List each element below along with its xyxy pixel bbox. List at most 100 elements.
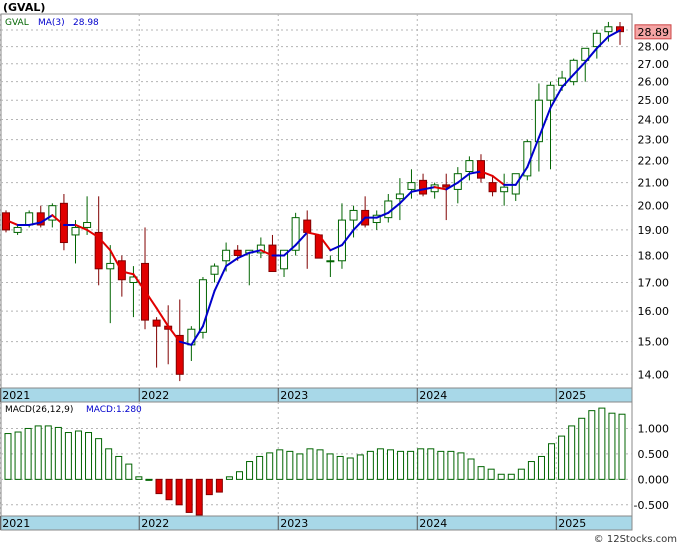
macd-bar (537, 455, 545, 480)
macd-legend-value: MACD:1.280 (86, 405, 142, 415)
candle-body (222, 249, 231, 262)
macd-tick-label: -0.500 (634, 499, 669, 512)
chart-stage: (GVAL) 14.00 15.00 16.00 17.00 18.00 19.00 20.… (0, 0, 680, 546)
macd-bar (578, 417, 586, 480)
macd-bar (286, 450, 294, 480)
macd-bar (366, 450, 374, 480)
macd-bar (386, 449, 394, 480)
macd-bar (105, 448, 113, 480)
macd-bar (336, 455, 344, 480)
price-tick-label: 23.00 (638, 134, 670, 147)
price-tick-label: 27.00 (638, 58, 670, 71)
macd-bar (236, 471, 244, 480)
macd-bar (165, 478, 173, 501)
candle-body (604, 26, 613, 33)
macd-bar (497, 473, 505, 480)
macd-tick-label: 0.000 (638, 473, 670, 486)
macd-bar (447, 450, 455, 480)
macd-year-label: 2024 (419, 517, 447, 530)
macd-x-axis-band (0, 515, 633, 531)
macd-bar (527, 461, 535, 480)
candle-up (291, 212, 300, 256)
year-label: 2024 (419, 389, 447, 402)
macd-bar (115, 455, 123, 480)
macd-tick-label: 1.000 (638, 422, 670, 435)
macd-bar (4, 433, 12, 480)
macd-bar (24, 427, 32, 480)
macd-bar (558, 435, 566, 480)
year-label: 2021 (2, 389, 30, 402)
price-tick-label: 14.00 (638, 368, 670, 381)
macd-bar (296, 453, 304, 480)
macd-bar (608, 412, 616, 480)
candle-body (106, 262, 115, 270)
price-x-axis-band (0, 387, 633, 403)
macd-bar (588, 410, 596, 480)
macd-bar (618, 413, 626, 480)
year-label: 2025 (558, 389, 586, 402)
price-tick-label: 24.00 (638, 113, 670, 126)
price-tick-label: 17.00 (638, 277, 670, 290)
price-pane: 14.00 15.00 16.00 17.00 18.00 19.00 20.00 21.00… (0, 13, 672, 403)
candle-body (233, 249, 242, 256)
macd-bar (225, 476, 233, 480)
macd-bar (266, 452, 274, 480)
macd-bar (376, 448, 384, 480)
candle-body (326, 260, 335, 263)
macd-legend-label: MACD(26,12,9) (5, 405, 73, 415)
price-tick-label: 22.00 (638, 155, 670, 168)
legend-symbol: GVAL (5, 18, 29, 28)
stock-chart: (GVAL) 14.00 15.00 16.00 17.00 18.00 19.00 20.… (0, 0, 680, 546)
macd-bar (155, 478, 163, 495)
candle-body (488, 182, 497, 193)
candle-body (419, 179, 428, 195)
year-label: 2023 (280, 389, 308, 402)
macd-bar (427, 448, 435, 480)
candle-body (384, 200, 393, 219)
macd-bar (85, 432, 93, 480)
macd-bar (417, 448, 425, 480)
macd-pane: -0.500 0.000 0.500 1.000 MACD(26,12,9) MACD:1… (0, 401, 670, 531)
candle-body (395, 193, 404, 200)
price-tick-label: 28.00 (638, 41, 670, 54)
watermark: © 12Stocks.com (594, 534, 677, 545)
candle-body (268, 244, 277, 273)
candle-body (442, 184, 451, 188)
macd-bar (346, 457, 354, 480)
macd-bar (246, 461, 254, 480)
macd-bar (14, 431, 22, 480)
price-tick-label: 20.00 (638, 200, 670, 213)
macd-bar (397, 450, 405, 480)
price-plot-frame (0, 13, 633, 389)
macd-bar (548, 443, 556, 480)
price-tick-label: 26.00 (638, 76, 670, 89)
macd-bar (125, 463, 133, 480)
macd-bar (44, 425, 52, 480)
macd-year-label: 2022 (141, 517, 169, 530)
macd-bar (356, 454, 364, 480)
macd-bar (316, 449, 324, 480)
candle-body (349, 209, 358, 221)
candle-body (25, 212, 34, 226)
candle-body (152, 319, 161, 327)
macd-year-label: 2023 (280, 517, 308, 530)
macd-bar (407, 450, 415, 480)
macd-bar (306, 448, 314, 480)
macd-bar (215, 478, 223, 493)
macd-bar (256, 455, 264, 480)
macd-bar (477, 466, 485, 480)
candle-body (71, 226, 80, 236)
macd-bar (326, 453, 334, 480)
price-tick-label: 15.00 (638, 336, 670, 349)
macd-bar (54, 426, 62, 480)
price-tick-label: 16.00 (638, 305, 670, 318)
price-tick-label: 21.00 (638, 177, 670, 190)
candle-body (407, 182, 416, 190)
candle-body (83, 222, 92, 228)
macd-tick-label: 0.500 (638, 448, 670, 461)
macd-bar (507, 473, 515, 480)
macd-year-label: 2021 (2, 517, 30, 530)
legend-ma-value: 28.98 (73, 18, 99, 28)
legend-ma-label: MA(3) (38, 18, 65, 28)
candle-body (546, 84, 555, 101)
